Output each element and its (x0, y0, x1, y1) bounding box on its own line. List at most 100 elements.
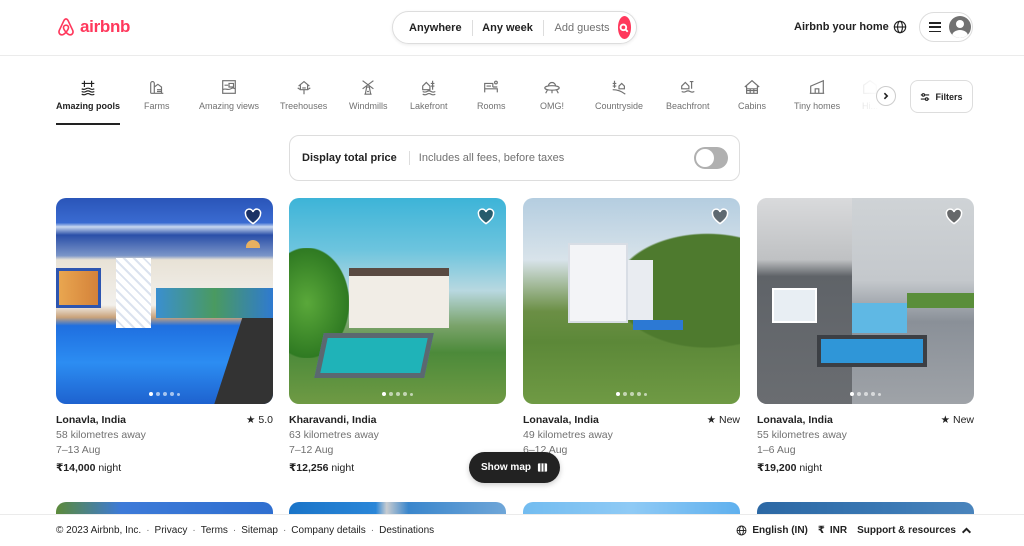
listing-price: ₹14,000 night (56, 461, 273, 476)
top-header: airbnb Anywhere Any week Add guests Airb… (0, 0, 1024, 56)
heart-icon[interactable] (711, 208, 729, 225)
divider (408, 151, 410, 165)
category-tiny-homes[interactable]: Tiny homes (794, 78, 840, 111)
footer-link-destinations[interactable]: Destinations (379, 525, 434, 536)
language-selector[interactable]: English (IN) (736, 525, 808, 536)
category-cabins[interactable]: Cabins (738, 78, 766, 111)
listing-distance: 63 kilometres away (289, 429, 379, 441)
footer-link-sitemap[interactable]: Sitemap (241, 525, 278, 536)
listing-photo-partial[interactable] (56, 502, 273, 514)
category-next-button[interactable] (876, 86, 896, 106)
separator: · (146, 525, 150, 536)
category-countryside[interactable]: Countryside (595, 78, 643, 111)
rating-value: 5.0 (258, 414, 273, 426)
room-icon (484, 80, 499, 93)
total-price-toggle[interactable] (694, 147, 728, 169)
display-total-price-panel: Display total price Includes all fees, b… (289, 135, 740, 181)
category-amazing-pools[interactable]: Amazing pools (56, 78, 121, 125)
listing-card[interactable]: Lonavala, India ★ New 49 kilometres away… (523, 198, 740, 476)
listing-photo-partial[interactable] (757, 502, 974, 514)
pool-icon (81, 80, 95, 96)
lakefront-icon (421, 80, 436, 96)
heart-icon[interactable] (244, 208, 262, 225)
listing-photo[interactable] (523, 198, 740, 404)
price-amount: ₹14,000 (56, 462, 96, 474)
category-omg[interactable]: OMG! (540, 78, 564, 111)
listing-photo[interactable] (56, 198, 273, 404)
globe-icon[interactable] (893, 20, 907, 34)
listing-rating: ★ 5.0 (246, 414, 273, 426)
separator: · (192, 525, 196, 536)
tiny-home-icon (809, 79, 825, 94)
category-label: Amazing pools (56, 101, 121, 111)
filters-button[interactable]: Filters (910, 80, 973, 113)
beachfront-icon (680, 81, 695, 93)
airbnb-logo-icon (58, 18, 74, 36)
garden (156, 288, 273, 318)
category-lakefront[interactable]: Lakefront (410, 78, 448, 111)
user-avatar-icon (949, 16, 971, 38)
heart-icon[interactable] (945, 208, 963, 225)
category-windmills[interactable]: Windmills (349, 78, 388, 111)
category-amazing-views[interactable]: Amazing views (199, 78, 259, 111)
search-when[interactable]: Any week (472, 22, 543, 34)
separator: · (232, 525, 237, 536)
footer-links: © 2023 Airbnb, Inc. · Privacy · Terms · … (56, 525, 434, 536)
listing-info: Lonavla, India ★ 5.0 58 kilometres away … (56, 413, 273, 476)
separator: · (282, 525, 287, 536)
category-label: Rooms (477, 101, 506, 111)
chevron-up-icon (961, 527, 972, 534)
listing-rating: ★ New (706, 414, 740, 426)
blue-wall (852, 303, 907, 333)
footer: © 2023 Airbnb, Inc. · Privacy · Terms · … (0, 514, 1024, 546)
trees (907, 293, 974, 308)
window (772, 288, 817, 323)
support-resources-button[interactable]: Support & resources (857, 525, 972, 536)
listing-card[interactable]: Kharavandi, India 63 kilometres away 7–1… (289, 198, 506, 476)
footer-link-terms[interactable]: Terms (201, 525, 228, 536)
airbnb-wordmark: airbnb (80, 17, 131, 36)
listing-photo[interactable] (289, 198, 506, 404)
search-bar[interactable]: Anywhere Any week Add guests (392, 11, 637, 44)
category-beachfront[interactable]: Beachfront (666, 78, 710, 111)
category-rooms[interactable]: Rooms (477, 78, 506, 111)
listing-photo[interactable] (757, 198, 974, 404)
category-label: Tiny homes (794, 101, 841, 111)
footer-link-company-details[interactable]: Company details (291, 525, 365, 536)
search-guests[interactable]: Add guests (543, 22, 617, 34)
footer-link-privacy[interactable]: Privacy (155, 525, 188, 536)
listing-photo-partial[interactable] (523, 502, 740, 514)
category-fade-overlay (845, 78, 905, 118)
category-label: Amazing views (199, 101, 260, 111)
category-farms[interactable]: Farms (144, 78, 170, 111)
show-map-button[interactable]: Show map (469, 452, 560, 483)
listing-card[interactable]: Lonavala, India ★ New 55 kilometres away… (757, 198, 974, 476)
listing-dates: 7–13 Aug (56, 444, 101, 456)
pool (817, 335, 927, 367)
category-label: Cabins (738, 101, 767, 111)
currency-selector[interactable]: ₹ INR (818, 525, 847, 536)
villa-wing (628, 260, 653, 320)
heart-icon[interactable] (477, 208, 495, 225)
active-underline (56, 123, 121, 125)
listing-photo-partial[interactable] (289, 502, 506, 514)
currency-symbol: ₹ (817, 525, 825, 536)
listing-distance: 49 kilometres away (523, 429, 613, 441)
host-link[interactable]: Airbnb your home (794, 21, 889, 33)
airbnb-logo[interactable]: airbnb (56, 16, 130, 38)
category-label: OMG! (540, 101, 564, 111)
footer-settings: English (IN) ₹ INR Support & resources (736, 525, 972, 536)
rating-value: New (952, 414, 974, 426)
photo-pagination (523, 392, 740, 396)
listing-card[interactable]: Lonavla, India ★ 5.0 58 kilometres away … (56, 198, 273, 476)
rating-value: New (718, 414, 740, 426)
search-button[interactable] (617, 16, 631, 39)
search-where[interactable]: Anywhere (393, 22, 472, 34)
price-unit: night (799, 462, 823, 474)
farm-icon (149, 81, 164, 94)
currency-label: INR (829, 525, 848, 536)
user-menu-button[interactable] (919, 12, 973, 42)
category-treehouses[interactable]: Treehouses (280, 78, 327, 111)
show-map-label: Show map (480, 462, 531, 473)
globe-icon (736, 525, 747, 536)
